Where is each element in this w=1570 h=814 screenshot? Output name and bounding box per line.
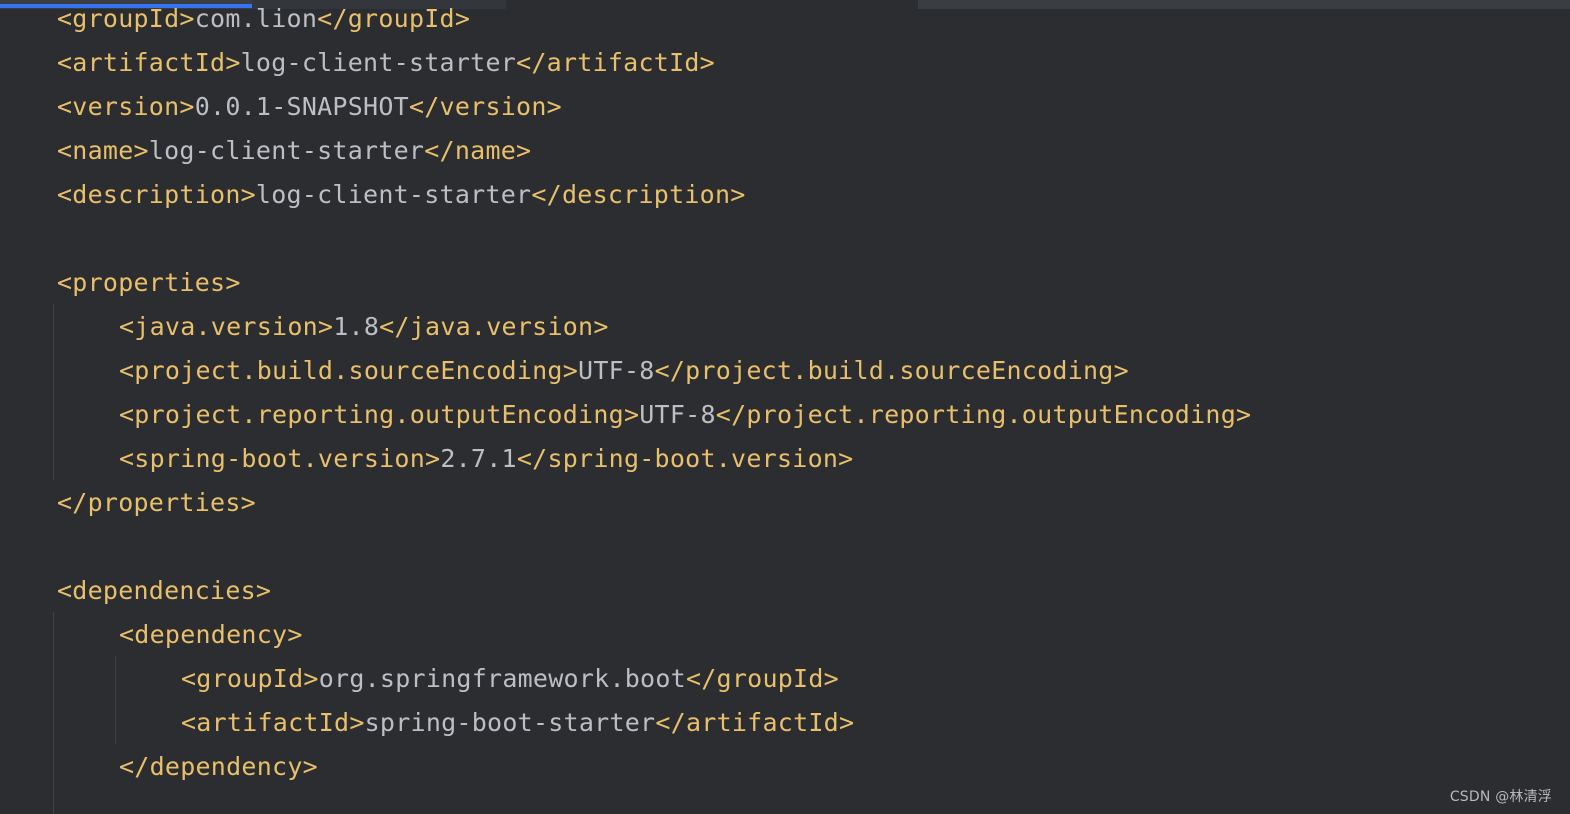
xml-value: 0.0.1-SNAPSHOT bbox=[194, 92, 409, 121]
xml-close-tag: </artifactId> bbox=[655, 708, 855, 737]
code-line: <artifactId>spring-boot-starter</artifac… bbox=[181, 701, 854, 745]
xml-open-tag: <project.build.sourceEncoding> bbox=[119, 356, 579, 385]
xml-close-tag: </name> bbox=[424, 136, 532, 165]
code-line: <groupId>org.springframework.boot</group… bbox=[181, 657, 839, 701]
code-line: <artifactId>log-client-starter</artifact… bbox=[57, 41, 715, 85]
xml-value: UTF-8 bbox=[578, 356, 655, 385]
code-line: <project.build.sourceEncoding>UTF-8</pro… bbox=[119, 349, 1129, 393]
xml-open-tag: <dependency> bbox=[119, 620, 303, 649]
code-line: <version>0.0.1-SNAPSHOT</version> bbox=[57, 85, 562, 129]
xml-close-tag: </project.reporting.outputEncoding> bbox=[715, 400, 1252, 429]
xml-close-tag: </groupId> bbox=[317, 4, 471, 33]
code-line: <groupId>com.lion</groupId> bbox=[57, 0, 470, 41]
code-line: <java.version>1.8</java.version> bbox=[119, 305, 609, 349]
xml-close-tag: </properties> bbox=[57, 488, 256, 517]
xml-close-tag: </version> bbox=[408, 92, 562, 121]
indent-guide bbox=[53, 304, 54, 480]
xml-close-tag: </groupId> bbox=[685, 664, 839, 693]
xml-close-tag: </dependency> bbox=[119, 752, 318, 781]
xml-open-tag: <description> bbox=[57, 180, 256, 209]
xml-value: UTF-8 bbox=[639, 400, 716, 429]
xml-value: log-client-starter bbox=[255, 180, 532, 209]
indent-guide bbox=[115, 656, 116, 744]
code-editor[interactable]: <groupId>com.lion</groupId> <artifactId>… bbox=[0, 0, 1570, 814]
xml-open-tag: <artifactId> bbox=[57, 48, 241, 77]
xml-open-tag: <java.version> bbox=[119, 312, 334, 341]
xml-value: 2.7.1 bbox=[440, 444, 517, 473]
xml-open-tag: <name> bbox=[57, 136, 149, 165]
xml-open-tag: <project.reporting.outputEncoding> bbox=[119, 400, 640, 429]
code-line: <spring-boot.version>2.7.1</spring-boot.… bbox=[119, 437, 853, 481]
xml-open-tag: <groupId> bbox=[181, 664, 319, 693]
code-line: <project.reporting.outputEncoding>UTF-8<… bbox=[119, 393, 1251, 437]
xml-close-tag: </java.version> bbox=[379, 312, 609, 341]
xml-open-tag: <artifactId> bbox=[181, 708, 365, 737]
code-line: <dependency> bbox=[119, 613, 303, 657]
xml-close-tag: </artifactId> bbox=[516, 48, 715, 77]
xml-value: org.springframework.boot bbox=[318, 664, 686, 693]
xml-close-tag: </project.build.sourceEncoding> bbox=[654, 356, 1129, 385]
csdn-watermark: CSDN @林清浮 bbox=[1449, 789, 1552, 805]
xml-value: 1.8 bbox=[333, 312, 380, 341]
xml-value: com.lion bbox=[194, 4, 318, 33]
xml-close-tag: </spring-boot.version> bbox=[516, 444, 854, 473]
xml-value: spring-boot-starter bbox=[364, 708, 656, 737]
code-line: <description>log-client-starter</descrip… bbox=[57, 173, 746, 217]
code-line: <name>log-client-starter</name> bbox=[57, 129, 531, 173]
xml-open-tag: <version> bbox=[57, 92, 195, 121]
xml-open-tag: <dependencies> bbox=[57, 576, 272, 605]
xml-open-tag: <groupId> bbox=[57, 4, 195, 33]
xml-open-tag: <spring-boot.version> bbox=[119, 444, 441, 473]
xml-open-tag: <properties> bbox=[57, 268, 241, 297]
xml-close-tag: </description> bbox=[531, 180, 746, 209]
code-line: <properties> bbox=[57, 261, 241, 305]
xml-value: log-client-starter bbox=[148, 136, 425, 165]
xml-value: log-client-starter bbox=[240, 48, 517, 77]
indent-guide bbox=[53, 612, 54, 814]
code-line: </dependency> bbox=[119, 745, 318, 789]
code-line: </properties> bbox=[57, 481, 256, 525]
code-line: <dependencies> bbox=[57, 569, 271, 613]
